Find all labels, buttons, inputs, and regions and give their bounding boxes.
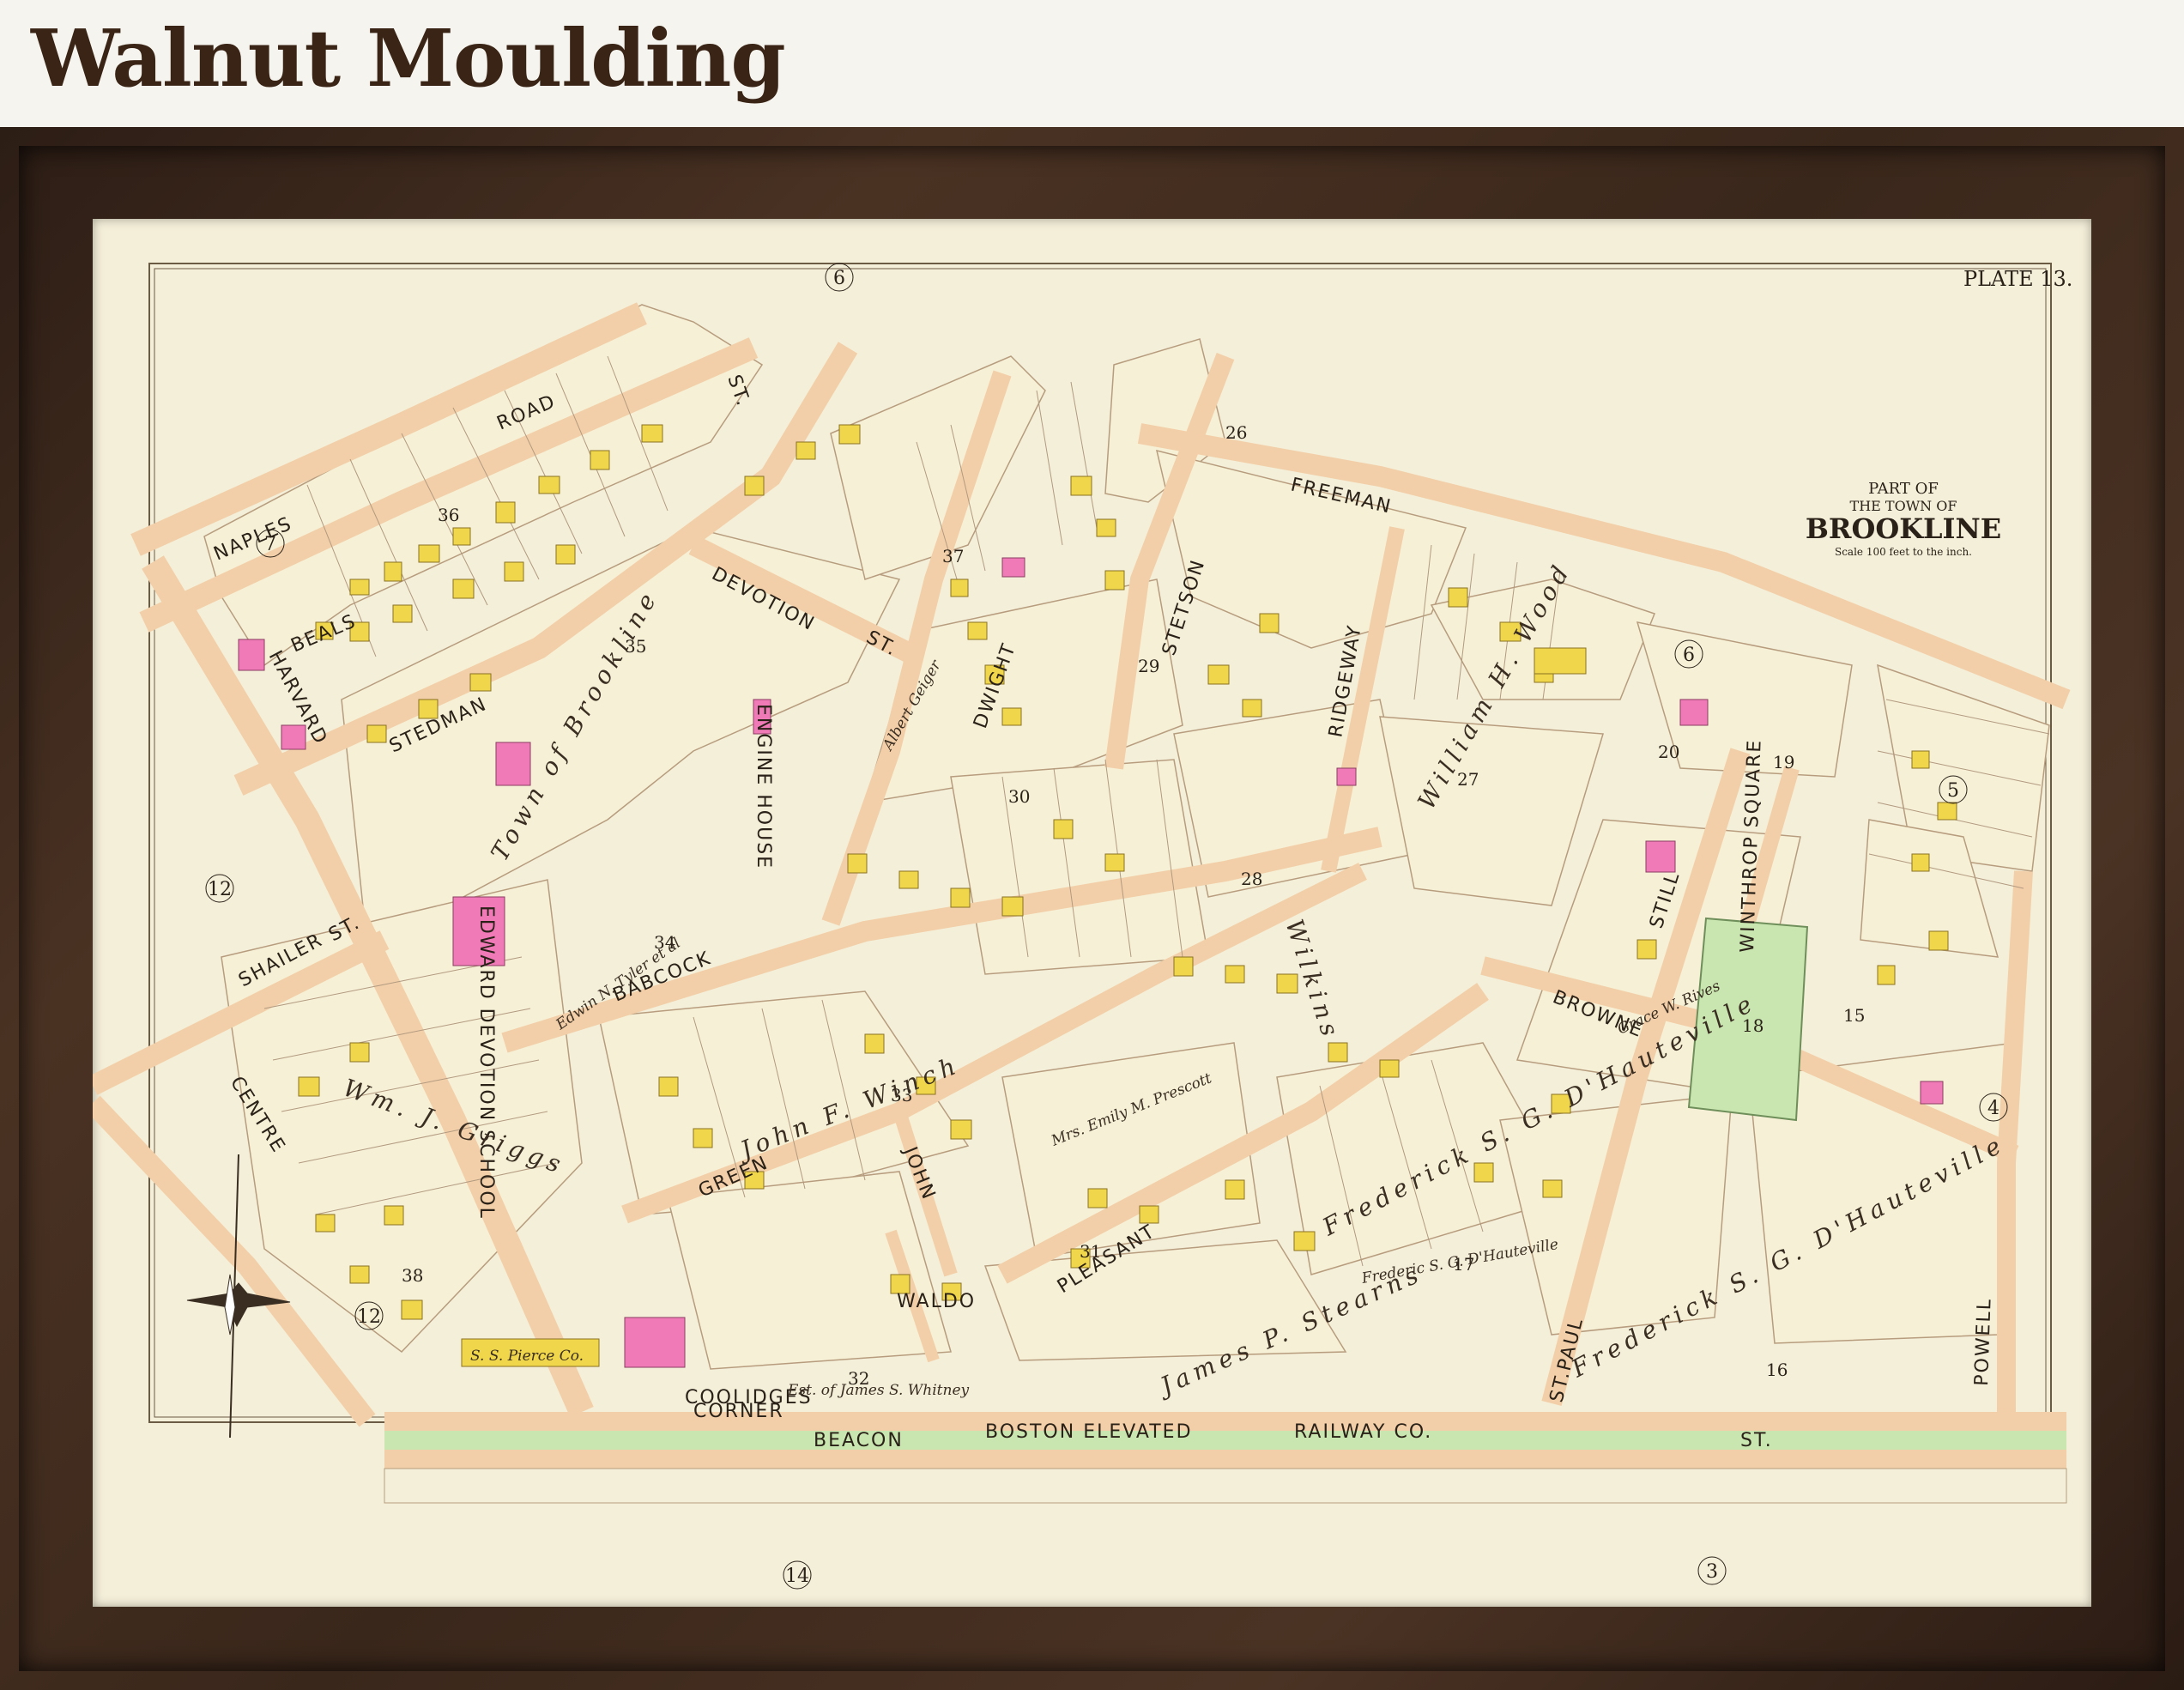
svg-text:STETSON: STETSON (1159, 556, 1210, 658)
powell-street (1997, 870, 2033, 1420)
svg-text:EDWARD DEVOTION SCHOOL: EDWARD DEVOTION SCHOOL (475, 906, 497, 1220)
svg-text:ST.: ST. (1740, 1430, 1773, 1451)
svg-text:Est. of James S. Whitney: Est. of James S. Whitney (787, 1382, 970, 1399)
railway-strip (384, 1431, 2066, 1450)
svg-text:6: 6 (833, 268, 845, 289)
svg-text:28: 28 (1241, 869, 1262, 889)
svg-text:BOSTON ELEVATED: BOSTON ELEVATED (985, 1421, 1193, 1443)
svg-text:30: 30 (1008, 786, 1030, 807)
svg-text:15: 15 (1843, 1005, 1865, 1026)
svg-text:29: 29 (1138, 656, 1159, 676)
map-paper: PLATE 13. PART OF THE TOWN OF BROOKLINE … (93, 219, 2091, 1607)
svg-text:WALDO: WALDO (897, 1291, 976, 1312)
picture-frame: PLATE 13. PART OF THE TOWN OF BROOKLINE … (0, 127, 2184, 1690)
svg-text:14: 14 (785, 1566, 809, 1587)
svg-text:12: 12 (357, 1306, 381, 1328)
babcock-street (501, 827, 1382, 1053)
header: Walnut Moulding (0, 0, 2184, 127)
page-title: Walnut Moulding (31, 12, 786, 105)
svg-text:36: 36 (438, 505, 459, 525)
svg-text:26: 26 (1225, 422, 1247, 443)
svg-text:Scale 100 feet to the inch.: Scale 100 feet to the inch. (1835, 546, 1972, 558)
svg-text:38: 38 (402, 1265, 423, 1286)
svg-text:19: 19 (1773, 752, 1794, 772)
svg-text:PART OF: PART OF (1868, 480, 1939, 498)
svg-text:6: 6 (1683, 645, 1695, 666)
svg-text:CORNER: CORNER (693, 1401, 784, 1422)
svg-text:37: 37 (942, 546, 964, 566)
svg-text:S. S. Pierce Co.: S. S. Pierce Co. (470, 1348, 584, 1365)
svg-text:BROOKLINE: BROOKLINE (1806, 512, 2001, 545)
svg-text:5: 5 (1947, 780, 1959, 802)
svg-text:BEACON: BEACON (814, 1430, 904, 1451)
svg-text:20: 20 (1658, 742, 1679, 762)
svg-text:16: 16 (1766, 1360, 1788, 1380)
beacon-edge (384, 1468, 2067, 1504)
cartouche: PART OF THE TOWN OF BROOKLINE Scale 100 … (1806, 480, 2001, 558)
svg-text:3: 3 (1706, 1561, 1718, 1583)
svg-text:4: 4 (1987, 1098, 1999, 1119)
svg-text:12: 12 (208, 879, 232, 900)
atlas-map: PLATE 13. PART OF THE TOWN OF BROOKLINE … (93, 263, 2072, 1590)
plate-number: PLATE 13. (1963, 267, 2072, 291)
svg-text:POWELL: POWELL (1971, 1298, 1996, 1387)
svg-text:ENGINE HOUSE: ENGINE HOUSE (753, 704, 774, 869)
svg-text:RAILWAY CO.: RAILWAY CO. (1294, 1421, 1432, 1443)
